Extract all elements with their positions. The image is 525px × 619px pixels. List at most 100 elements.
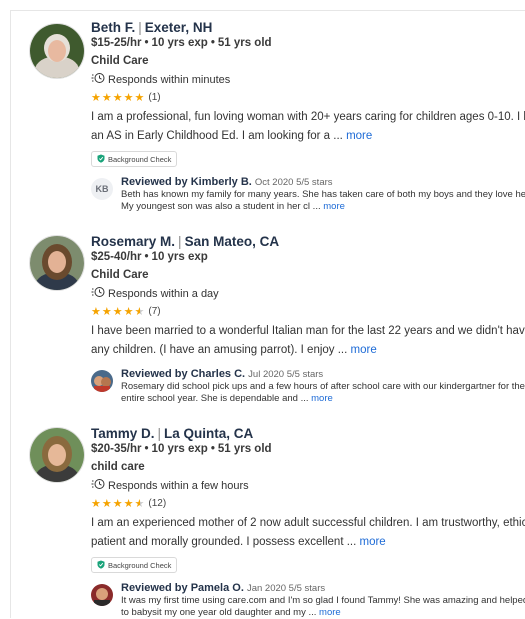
review-snippet: KB Reviewed by Kimberly B. Oct 2020 5/5 … bbox=[91, 176, 525, 213]
age: 51 yrs old bbox=[217, 443, 272, 455]
search-results-frame: Beth F. | Exeter, NH $15-25/hr • 10 yrs exp •… bbox=[10, 10, 525, 618]
review-text-block: It was my first time using care.com and … bbox=[121, 595, 525, 619]
review-date: Oct 2020 5/5 stars bbox=[254, 176, 333, 188]
sitter-name[interactable]: Rosemary M. bbox=[91, 234, 175, 249]
dot-separator: • bbox=[144, 251, 149, 263]
bio-text: I have been married to a wonderful Itali… bbox=[91, 325, 525, 356]
clock-icon bbox=[91, 478, 105, 495]
review-snippet: Reviewed by Charles C. Jul 2020 5/5 star… bbox=[91, 368, 525, 405]
avatar[interactable] bbox=[29, 23, 85, 79]
reviewer-avatar: KB bbox=[91, 177, 113, 200]
clock-icon bbox=[91, 72, 105, 89]
star-icon: ★ bbox=[123, 498, 134, 510]
shield-icon bbox=[97, 560, 105, 571]
service-type: child care bbox=[91, 461, 145, 473]
reviewer-name: Reviewed by Pamela O. bbox=[121, 581, 244, 594]
star-icon: ★ bbox=[101, 306, 112, 318]
review-more-link[interactable]: more bbox=[319, 607, 341, 618]
response-time-text: Responds within a day bbox=[108, 288, 219, 300]
bio-more-link[interactable]: more bbox=[360, 536, 386, 548]
star-icon: ★ bbox=[123, 306, 134, 318]
sitter-bio: I am an experienced mother of 2 now adul… bbox=[91, 514, 525, 552]
review-count: (12) bbox=[148, 498, 167, 509]
sitter-name[interactable]: Tammy D. bbox=[91, 426, 155, 441]
star-rating: ★ ★ ★ ★ ★ (1) bbox=[91, 91, 525, 105]
star-rating: ★ ★ ★ ★ ★ (12) bbox=[91, 497, 525, 511]
star-icon: ★ bbox=[91, 306, 101, 318]
response-time: Responds within minutes bbox=[91, 72, 525, 89]
star-rating: ★ ★ ★ ★ ★ (7) bbox=[91, 305, 525, 319]
sitter-name[interactable]: Beth F. bbox=[91, 20, 135, 35]
review-text-block: Beth has known my family for many years.… bbox=[121, 189, 525, 213]
review-snippet: Reviewed by Pamela O. Jan 2020 5/5 stars… bbox=[91, 582, 525, 619]
rate: $15-25/hr bbox=[91, 37, 142, 49]
sitter-details: Rosemary M. | San Mateo, CA $25-40/hr • 10 y… bbox=[91, 233, 525, 405]
sitter-meta: $15-25/hr • 10 yrs exp • 51 yrs old bbox=[91, 36, 525, 51]
avatar[interactable] bbox=[29, 427, 85, 483]
review-header: Reviewed by Pamela O. Jan 2020 5/5 stars bbox=[121, 582, 525, 595]
review-count: (1) bbox=[148, 92, 161, 103]
experience: 10 yrs exp bbox=[151, 37, 208, 49]
half-star-icon: ★ bbox=[134, 498, 145, 510]
rate: $25-40/hr bbox=[91, 251, 142, 263]
star-icon: ★ bbox=[123, 92, 134, 104]
dot-separator: • bbox=[210, 37, 215, 49]
sitter-bio: I am a professional, fun loving woman wi… bbox=[91, 108, 525, 146]
sitter-details: Tammy D. | La Quinta, CA $20-35/hr • 10 yrs … bbox=[91, 425, 525, 619]
sitter-details: Beth F. | Exeter, NH $15-25/hr • 10 yrs exp •… bbox=[91, 19, 525, 213]
dot-separator: • bbox=[210, 443, 215, 455]
background-check-badge: Background Check bbox=[91, 151, 178, 167]
dot-separator: • bbox=[144, 37, 149, 49]
rate: $20-35/hr bbox=[91, 443, 142, 455]
reviewer-avatar bbox=[91, 583, 113, 606]
review-more-link[interactable]: more bbox=[311, 393, 333, 404]
star-icon: ★ bbox=[112, 498, 123, 510]
badge-label: Background Check bbox=[108, 154, 172, 164]
sitter-bio: I have been married to a wonderful Itali… bbox=[91, 322, 525, 360]
service-type: Child Care bbox=[91, 55, 149, 67]
bio-text: I am a professional, fun loving woman wi… bbox=[91, 111, 525, 142]
bio-text: I am an experienced mother of 2 now adul… bbox=[91, 517, 525, 548]
bio-more-link[interactable]: more bbox=[346, 130, 372, 142]
response-time: Responds within a few hours bbox=[91, 478, 525, 495]
star-icon: ★ bbox=[134, 92, 145, 104]
age: 51 yrs old bbox=[217, 37, 272, 49]
star-icon: ★ bbox=[112, 92, 123, 104]
reviewer-name: Reviewed by Charles C. bbox=[121, 368, 246, 380]
star-icon: ★ bbox=[101, 92, 112, 104]
review-count: (7) bbox=[148, 306, 161, 317]
star-icon: ★ bbox=[112, 306, 123, 318]
sitter-location: La Quinta, CA bbox=[164, 426, 254, 441]
sitter-name-location[interactable]: Beth F. | Exeter, NH bbox=[91, 19, 525, 36]
bio-more-link[interactable]: more bbox=[351, 344, 377, 356]
star-icon: ★ bbox=[91, 498, 101, 510]
response-time-text: Responds within a few hours bbox=[108, 480, 249, 492]
experience: 10 yrs exp bbox=[151, 443, 208, 455]
response-time: Responds within a day bbox=[91, 286, 525, 303]
response-time-text: Responds within minutes bbox=[108, 74, 231, 86]
review-text-block: Rosemary did school pick ups and a few h… bbox=[121, 381, 525, 405]
review-date: Jan 2020 5/5 stars bbox=[246, 582, 326, 594]
reviewer-avatar bbox=[91, 370, 113, 392]
dot-separator: • bbox=[144, 443, 149, 455]
star-icon: ★ bbox=[91, 92, 101, 104]
avatar[interactable] bbox=[29, 235, 85, 291]
review-header: Reviewed by Kimberly B. Oct 2020 5/5 sta… bbox=[121, 176, 525, 189]
service-type: Child Care bbox=[91, 269, 149, 281]
review-header: Reviewed by Charles C. Jul 2020 5/5 star… bbox=[121, 368, 525, 381]
separator: | bbox=[157, 426, 162, 441]
shield-icon bbox=[97, 154, 105, 165]
badge-label: Background Check bbox=[108, 560, 172, 570]
separator: | bbox=[138, 20, 142, 35]
review-date: Jul 2020 5/5 stars bbox=[248, 369, 324, 380]
sitter-location: Exeter, NH bbox=[144, 20, 213, 35]
sitter-location: San Mateo, CA bbox=[184, 234, 280, 249]
review-more-link[interactable]: more bbox=[323, 201, 345, 212]
sitter-name-location[interactable]: Tammy D. | La Quinta, CA bbox=[91, 425, 525, 442]
half-star-icon: ★ bbox=[134, 306, 145, 318]
sitter-name-location[interactable]: Rosemary M. | San Mateo, CA bbox=[91, 233, 525, 250]
sitter-meta: $25-40/hr • 10 yrs exp bbox=[91, 250, 525, 265]
sitter-meta: $20-35/hr • 10 yrs exp • 51 yrs old bbox=[91, 442, 525, 457]
experience: 10 yrs exp bbox=[151, 251, 208, 263]
background-check-badge: Background Check bbox=[91, 557, 178, 573]
